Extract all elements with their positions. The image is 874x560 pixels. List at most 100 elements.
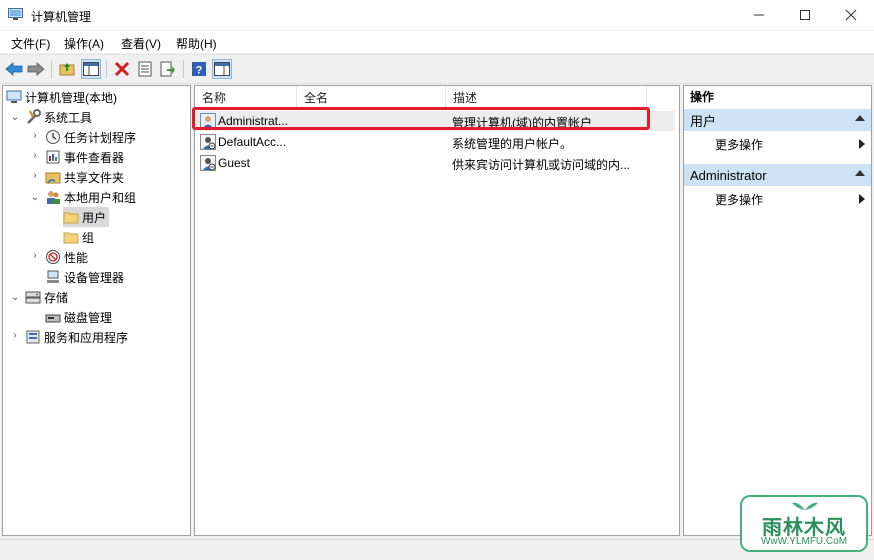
close-icon (845, 9, 857, 21)
column-header-name[interactable]: 名称 (195, 86, 297, 108)
disk-icon (45, 314, 61, 323)
minimize-icon (754, 14, 764, 16)
folder-icon (63, 232, 79, 244)
user-icon (200, 134, 216, 150)
more-actions-label: 更多操作 (715, 137, 764, 152)
user-list-pane: 名称 全名 描述 Administrat... 管理计算机(域)的内置帐户 De… (194, 85, 680, 536)
back-button[interactable] (4, 59, 24, 79)
table-row[interactable]: DefaultAcc... 系统管理的用户帐户。 (195, 132, 675, 152)
delete-button[interactable] (112, 59, 132, 79)
help-icon: ? (192, 62, 206, 77)
services-icon (26, 330, 40, 344)
submenu-arrow-icon (859, 194, 865, 204)
computer-management-icon (6, 90, 22, 103)
tree-item-services-apps[interactable]: 服务和应用程序 (25, 327, 128, 347)
show-action-pane-button[interactable] (212, 59, 232, 79)
collapse-arrow-icon[interactable]: › (30, 130, 40, 141)
table-row[interactable]: Guest 供来宾访问计算机或访问域的内... (195, 153, 675, 173)
menu-action[interactable]: 操作(A) (64, 35, 104, 52)
help-button[interactable]: ? (189, 59, 209, 79)
export-button[interactable] (158, 59, 178, 79)
tree-item-system-tools[interactable]: 系统工具 (25, 107, 92, 127)
up-folder-icon (59, 63, 75, 76)
tools-icon (27, 109, 41, 124)
tree-label: 本地用户和组 (64, 190, 137, 205)
properties-button[interactable] (135, 59, 155, 79)
tree-label: 磁盘管理 (64, 310, 113, 325)
collapse-arrow-icon[interactable]: › (30, 150, 40, 161)
tree-item-device-manager[interactable]: 设备管理器 (45, 267, 124, 287)
collapse-caret-icon[interactable] (855, 115, 865, 121)
tree-label: 共享文件夹 (64, 170, 125, 185)
tree-item-event-viewer[interactable]: 事件查看器 (45, 147, 124, 167)
more-actions-label: 更多操作 (715, 192, 764, 207)
maximize-icon (800, 10, 810, 20)
collapse-arrow-icon[interactable]: › (10, 330, 20, 341)
collapse-arrow-icon[interactable]: › (30, 170, 40, 181)
tree-item-users[interactable]: 用户 (63, 207, 110, 227)
properties-icon (138, 61, 152, 77)
expand-arrow-icon[interactable]: ⌄ (10, 112, 20, 123)
watermark-url: WwW.YLMFU.CoM (760, 536, 848, 547)
collapse-arrow-icon[interactable]: › (30, 250, 40, 261)
tree-item-storage[interactable]: 存储 (25, 287, 68, 307)
tree-label: 存储 (44, 290, 69, 305)
close-button[interactable] (828, 0, 874, 30)
tree-label: 组 (82, 230, 95, 245)
show-hide-tree-icon (83, 62, 99, 76)
column-header-fullname[interactable]: 全名 (297, 86, 446, 108)
leaf-icon (792, 502, 818, 510)
computer-management-icon (8, 8, 23, 20)
user-description: 系统管理的用户帐户。 (452, 137, 573, 151)
more-actions-users[interactable]: 更多操作 (684, 134, 871, 154)
column-header-description[interactable]: 描述 (446, 86, 647, 108)
up-folder-button[interactable] (57, 59, 77, 79)
toolbar: ? (0, 54, 874, 84)
actions-pane: 操作 用户 更多操作 Administrator 更多操作 (683, 85, 872, 536)
tree-item-groups[interactable]: 组 (63, 227, 94, 247)
tree-item-shared-folders[interactable]: 共享文件夹 (45, 167, 124, 187)
tree-label: 系统工具 (44, 110, 93, 125)
menu-bar: 文件(F) 操作(A) 查看(V) 帮助(H) (0, 31, 874, 53)
maximize-button[interactable] (782, 0, 828, 30)
tree-item-local-users-groups[interactable]: 本地用户和组 (45, 187, 136, 207)
forward-button[interactable] (26, 59, 46, 79)
tree-item-performance[interactable]: 性能 (45, 247, 88, 267)
show-hide-tree-button[interactable] (81, 59, 101, 79)
tree-item-task-scheduler[interactable]: 任务计划程序 (45, 127, 136, 147)
show-action-pane-icon (214, 62, 230, 76)
menu-file[interactable]: 文件(F) (11, 35, 50, 52)
menu-view[interactable]: 查看(V) (121, 35, 161, 52)
tree-label: 服务和应用程序 (44, 330, 129, 345)
actions-section-administrator[interactable]: Administrator (684, 164, 871, 186)
user-icon (200, 155, 216, 171)
minimize-button[interactable] (736, 0, 782, 30)
device-manager-icon (47, 270, 59, 283)
actions-section-users[interactable]: 用户 (684, 109, 871, 131)
expand-arrow-icon[interactable]: ⌄ (10, 292, 20, 303)
section-label: Administrator (690, 167, 767, 183)
collapse-caret-icon[interactable] (855, 170, 865, 176)
user-name: DefaultAcc... (218, 135, 287, 149)
export-icon (160, 61, 175, 77)
tree-label: 用户 (82, 210, 107, 225)
tree-label: 计算机管理(本地) (25, 90, 117, 105)
more-actions-administrator[interactable]: 更多操作 (684, 189, 871, 209)
toolbar-separator (106, 60, 107, 78)
tree-item-disk-management[interactable]: 磁盘管理 (45, 307, 112, 327)
highlight-box (192, 107, 650, 130)
storage-icon (25, 291, 41, 304)
watermark-logo: 雨林木风 WwW.YLMFU.CoM (740, 495, 868, 552)
delete-icon (114, 61, 130, 77)
actions-header: 操作 (690, 90, 715, 104)
console-tree: 计算机管理(本地) ⌄ 系统工具 › 任务计划程序 › 事件查看器 › 共享文件… (2, 85, 191, 536)
users-group-icon (47, 191, 60, 204)
tree-item-root[interactable]: 计算机管理(本地) (6, 87, 117, 107)
expand-arrow-icon[interactable]: ⌄ (30, 192, 40, 203)
tree-label: 设备管理器 (64, 270, 125, 285)
tree-label: 性能 (64, 250, 89, 265)
performance-icon (46, 250, 60, 264)
svg-text:?: ? (196, 65, 203, 77)
event-viewer-icon (46, 150, 60, 164)
menu-help[interactable]: 帮助(H) (176, 35, 217, 52)
